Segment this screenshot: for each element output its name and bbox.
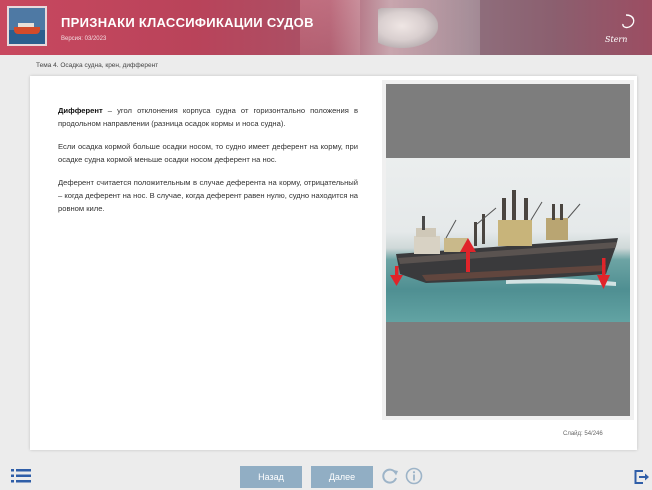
brand-logo: Stern: [605, 14, 635, 44]
paragraph-definition: Дифферент – угол отклонения корпуса судн…: [58, 104, 358, 131]
back-button[interactable]: Назад: [240, 466, 302, 488]
illustration-frame: [386, 84, 630, 416]
slide-counter: Слайд: 54/246: [563, 431, 603, 437]
exit-icon[interactable]: [634, 470, 649, 484]
ship-illustration: [390, 190, 618, 289]
illustration-panel: [382, 80, 634, 420]
term-trim: Дифферент: [58, 106, 103, 115]
breadcrumb: Тема 4. Осадка судна, крен, дифферент: [36, 62, 159, 69]
info-icon[interactable]: [405, 467, 423, 485]
paragraph-trim-direction: Если осадка кормой больше осадки носом, …: [58, 141, 358, 165]
next-button[interactable]: Далее: [311, 466, 373, 488]
course-version: Версия: 03/2023: [61, 36, 107, 42]
paragraph-trim-sign: Деферент считается положительным в случа…: [58, 177, 358, 214]
svg-text:Stern: Stern: [605, 35, 627, 44]
ship-photo: [386, 158, 630, 322]
header-pipe-decoration: [378, 8, 438, 48]
slide-card: Дифферент – угол отклонения корпуса судн…: [30, 76, 637, 450]
menu-list-icon[interactable]: [11, 469, 31, 483]
header-bar: ПРИЗНАКИ КЛАССИФИКАЦИИ СУДОВ Версия: 03/…: [0, 0, 652, 55]
slide-text: Дифферент – угол отклонения корпуса судн…: [58, 104, 358, 225]
refresh-icon[interactable]: [381, 467, 399, 485]
definition-text: – угол отклонения корпуса судна от гориз…: [58, 106, 358, 129]
course-title: ПРИЗНАКИ КЛАССИФИКАЦИИ СУДОВ: [61, 15, 314, 30]
course-thumbnail: [7, 6, 47, 46]
